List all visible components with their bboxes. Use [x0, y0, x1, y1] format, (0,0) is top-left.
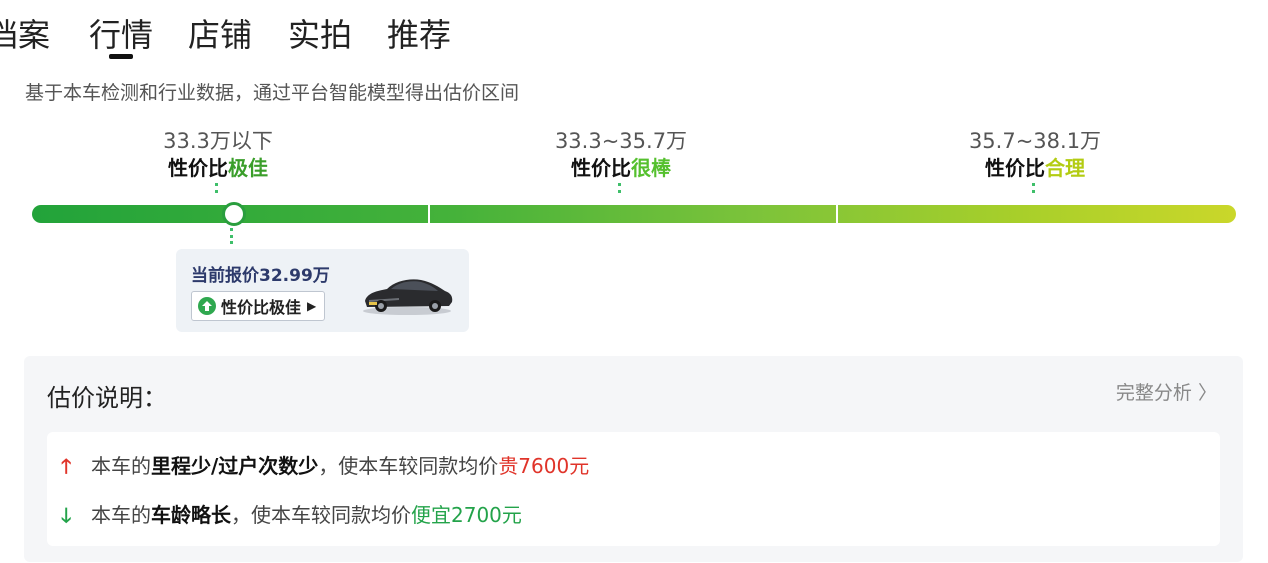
segment-label-great: 33.3~35.7万 性价比很棒: [491, 127, 751, 193]
bar-divider: [836, 205, 838, 223]
segment-pointer: [215, 183, 221, 193]
segment-rating-value: 极佳: [228, 156, 268, 180]
explanation-list: 🡑 本车的里程少/过户次数少，使本车较同款均价贵7600元 🡓 本车的车龄略长，使本…: [47, 432, 1220, 546]
tab-store[interactable]: 店铺: [188, 14, 252, 56]
segment-range: 35.7~38.1万: [968, 129, 1102, 153]
car-thumbnail: [363, 279, 453, 315]
segment-range: 33.3~35.7万: [554, 129, 688, 153]
bar-divider: [428, 205, 430, 223]
item-prefix: 本车的: [91, 503, 151, 527]
segment-rating-prefix: 性价比: [571, 156, 631, 180]
item-prefix: 本车的: [91, 454, 151, 478]
segment-label-excellent: 33.3万以下 性价比极佳: [88, 127, 348, 193]
tab-market[interactable]: 行情: [89, 14, 153, 56]
price-range-bar: [32, 202, 1236, 226]
arrow-up-icon: 🡑: [61, 454, 72, 478]
segment-rating: 性价比合理: [905, 155, 1165, 181]
play-arrow-icon: ▶: [307, 299, 317, 313]
tab-photos[interactable]: 实拍: [288, 14, 352, 56]
item-middle: ，使本车较同款均价: [231, 503, 411, 527]
chevron-right-icon: 〉: [1197, 382, 1217, 404]
full-analysis-link[interactable]: 完整分析 〉: [1116, 378, 1217, 405]
price-gradient-bar: [32, 205, 1236, 223]
current-price-marker[interactable]: [222, 202, 246, 226]
segment-rating-value: 合理: [1045, 156, 1085, 180]
arrow-down-icon: 🡓: [61, 503, 72, 527]
list-item: 🡑 本车的里程少/过户次数少，使本车较同款均价贵7600元: [61, 450, 589, 486]
tab-recommend[interactable]: 推荐: [387, 14, 451, 56]
item-amount: 贵7600元: [498, 454, 590, 478]
item-middle: ，使本车较同款均价: [318, 454, 499, 478]
segment-pointer: [1032, 183, 1038, 193]
segment-label-reasonable: 35.7~38.1万 性价比合理: [905, 127, 1165, 193]
list-item: 🡓 本车的车龄略长，使本车较同款均价便宜2700元: [61, 499, 522, 535]
valuation-subtitle: 基于本车检测和行业数据，通过平台智能模型得出估价区间: [25, 82, 520, 104]
item-factor: 车龄略长: [151, 503, 231, 527]
marker-pointer: [230, 228, 236, 244]
current-price-card[interactable]: 当前报价32.99万 性价比极佳 ▶: [176, 249, 469, 332]
item-factor: 里程少/过户次数少: [151, 454, 319, 478]
segment-pointer: [618, 183, 624, 193]
segment-rating-value: 很棒: [631, 156, 671, 180]
arrow-up-circle-icon: [198, 297, 216, 315]
segment-rating-prefix: 性价比: [168, 156, 228, 180]
segment-range: 33.3万以下: [163, 129, 273, 153]
value-rating-badge[interactable]: 性价比极佳 ▶: [191, 291, 326, 321]
tab-archive[interactable]: 档案: [0, 14, 50, 56]
item-amount: 便宜2700元: [411, 503, 522, 527]
full-analysis-label: 完整分析: [1115, 382, 1192, 404]
active-tab-indicator: [109, 54, 133, 59]
segment-rating: 性价比很棒: [491, 155, 751, 181]
segment-rating: 性价比极佳: [88, 155, 348, 181]
panel-title: 估价说明：: [47, 384, 167, 412]
current-price-label: 当前报价32.99万: [191, 266, 330, 286]
segment-rating-prefix: 性价比: [985, 156, 1045, 180]
valuation-explanation-panel: 估价说明： 完整分析 〉 🡑 本车的里程少/过户次数少，使本车较同款均价贵7600…: [24, 356, 1243, 562]
badge-text: 性价比极佳: [221, 298, 302, 317]
